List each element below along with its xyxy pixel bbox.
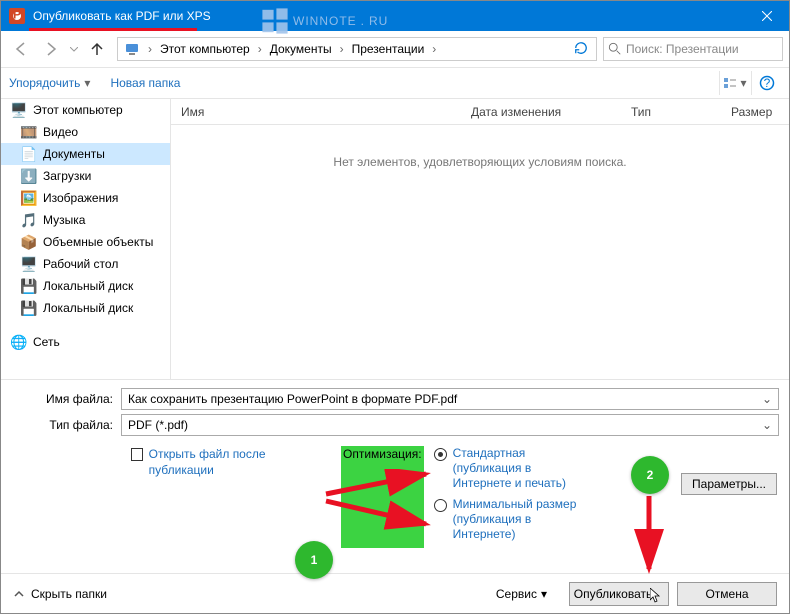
filetype-dropdown[interactable]: PDF (*.pdf) ⌄ bbox=[121, 414, 779, 436]
checkbox[interactable] bbox=[131, 448, 143, 461]
pc-icon: 🖥️ bbox=[11, 102, 27, 118]
chevron-down-icon: ▾ bbox=[541, 587, 547, 601]
network-icon: 🌐 bbox=[11, 334, 27, 350]
documents-icon: 📄 bbox=[21, 146, 37, 162]
toolbar: Упорядочить ▾ Новая папка ▾ ? bbox=[1, 67, 789, 99]
navigation-bar: › Этот компьютер › Документы › Презентац… bbox=[1, 31, 789, 67]
radio-standard-row[interactable]: Стандартная (публикация в Интернете и пе… bbox=[434, 446, 588, 491]
disk-icon: 💾 bbox=[21, 278, 37, 294]
radio-minimal-row[interactable]: Минимальный размер (публикация в Интерне… bbox=[434, 497, 588, 542]
radio-standard[interactable] bbox=[434, 448, 447, 461]
column-name[interactable]: Имя bbox=[171, 105, 461, 119]
disk-icon: 💾 bbox=[21, 300, 37, 316]
tree-network[interactable]: 🌐 Сеть bbox=[1, 331, 170, 353]
up-button[interactable] bbox=[83, 35, 111, 63]
footer: Скрыть папки Сервис ▾ Опубликовать Отмен… bbox=[1, 573, 789, 613]
title-bar: P Опубликовать как PDF или XPS bbox=[1, 1, 789, 31]
hide-folders-button[interactable]: Скрыть папки bbox=[13, 587, 107, 601]
svg-text:?: ? bbox=[763, 76, 770, 90]
tree-3d-objects[interactable]: 📦 Объемные объекты bbox=[1, 231, 170, 253]
cancel-button[interactable]: Отмена bbox=[677, 582, 777, 606]
back-button[interactable] bbox=[7, 35, 35, 63]
close-button[interactable] bbox=[744, 1, 789, 31]
chevron-right-icon[interactable]: › bbox=[336, 42, 348, 56]
main-area: 🖥️ Этот компьютер 🎞️ Видео 📄 Документы ⬇… bbox=[1, 99, 789, 379]
tree-local-disk-d[interactable]: 💾 Локальный диск bbox=[1, 297, 170, 319]
file-list: Имя Дата изменения Тип Размер Нет элемен… bbox=[171, 99, 789, 379]
tree-video[interactable]: 🎞️ Видео bbox=[1, 121, 170, 143]
refresh-button[interactable] bbox=[568, 41, 594, 58]
search-icon bbox=[608, 42, 622, 56]
chevron-down-icon[interactable]: ⌄ bbox=[762, 392, 772, 406]
column-type[interactable]: Тип bbox=[621, 105, 721, 119]
chevron-down-icon: ▾ bbox=[84, 76, 90, 90]
chevron-right-icon[interactable]: › bbox=[144, 42, 156, 56]
column-size[interactable]: Размер bbox=[721, 105, 781, 119]
save-fields: Имя файла: Как сохранить презентацию Pow… bbox=[1, 379, 789, 548]
search-placeholder: Поиск: Презентации bbox=[626, 42, 739, 56]
new-folder-button[interactable]: Новая папка bbox=[110, 76, 180, 90]
search-input[interactable]: Поиск: Презентации bbox=[603, 37, 783, 61]
folder-tree: 🖥️ Этот компьютер 🎞️ Видео 📄 Документы ⬇… bbox=[1, 99, 171, 379]
column-date[interactable]: Дата изменения bbox=[461, 105, 621, 119]
desktop-icon: 🖥️ bbox=[21, 256, 37, 272]
chevron-right-icon[interactable]: › bbox=[254, 42, 266, 56]
filetype-label: Тип файла: bbox=[11, 418, 121, 432]
open-after-label: Открыть файл после публикации bbox=[149, 446, 311, 478]
chevron-right-icon[interactable]: › bbox=[428, 42, 440, 56]
filename-input[interactable]: Как сохранить презентацию PowerPoint в ф… bbox=[121, 388, 779, 410]
breadcrumb-presentations[interactable]: Презентации bbox=[348, 38, 429, 60]
tree-images[interactable]: 🖼️ Изображения bbox=[1, 187, 170, 209]
optimize-label: Оптимизация: bbox=[341, 446, 424, 548]
address-bar[interactable]: › Этот компьютер › Документы › Презентац… bbox=[117, 37, 597, 61]
annotation-underline bbox=[29, 28, 197, 31]
radio-minimal[interactable] bbox=[434, 499, 447, 512]
window-title: Опубликовать как PDF или XPS bbox=[33, 9, 744, 23]
cursor-icon bbox=[650, 588, 662, 604]
app-icon: P bbox=[9, 8, 25, 24]
music-icon: 🎵 bbox=[21, 212, 37, 228]
empty-message: Нет элементов, удовлетворяющих условиям … bbox=[171, 125, 789, 199]
publish-button[interactable]: Опубликовать bbox=[569, 582, 669, 606]
chevron-down-icon[interactable]: ⌄ bbox=[762, 418, 772, 432]
images-icon: 🖼️ bbox=[21, 190, 37, 206]
chevron-up-icon bbox=[13, 588, 25, 600]
tree-local-disk-c[interactable]: 💾 Локальный диск bbox=[1, 275, 170, 297]
tree-desktop[interactable]: 🖥️ Рабочий стол bbox=[1, 253, 170, 275]
breadcrumb-documents[interactable]: Документы bbox=[266, 38, 336, 60]
svg-text:P: P bbox=[13, 11, 21, 21]
parameters-button[interactable]: Параметры... bbox=[681, 473, 777, 495]
column-headers: Имя Дата изменения Тип Размер bbox=[171, 99, 789, 125]
tree-this-pc[interactable]: 🖥️ Этот компьютер bbox=[1, 99, 170, 121]
service-dropdown[interactable]: Сервис ▾ bbox=[496, 587, 547, 601]
forward-button[interactable] bbox=[37, 35, 65, 63]
organize-button[interactable]: Упорядочить ▾ bbox=[9, 76, 90, 90]
breadcrumb-root[interactable]: Этот компьютер bbox=[156, 38, 254, 60]
pc-icon[interactable] bbox=[120, 38, 144, 60]
history-dropdown[interactable] bbox=[67, 35, 81, 63]
video-icon: 🎞️ bbox=[21, 124, 37, 140]
filename-label: Имя файла: bbox=[11, 392, 121, 406]
open-after-checkbox-row[interactable]: Открыть файл после публикации bbox=[131, 446, 311, 478]
tree-music[interactable]: 🎵 Музыка bbox=[1, 209, 170, 231]
view-button[interactable]: ▾ bbox=[719, 71, 749, 95]
tree-documents[interactable]: 📄 Документы bbox=[1, 143, 170, 165]
help-button[interactable]: ? bbox=[751, 71, 781, 95]
cube-icon: 📦 bbox=[21, 234, 37, 250]
tree-downloads[interactable]: ⬇️ Загрузки bbox=[1, 165, 170, 187]
downloads-icon: ⬇️ bbox=[21, 168, 37, 184]
